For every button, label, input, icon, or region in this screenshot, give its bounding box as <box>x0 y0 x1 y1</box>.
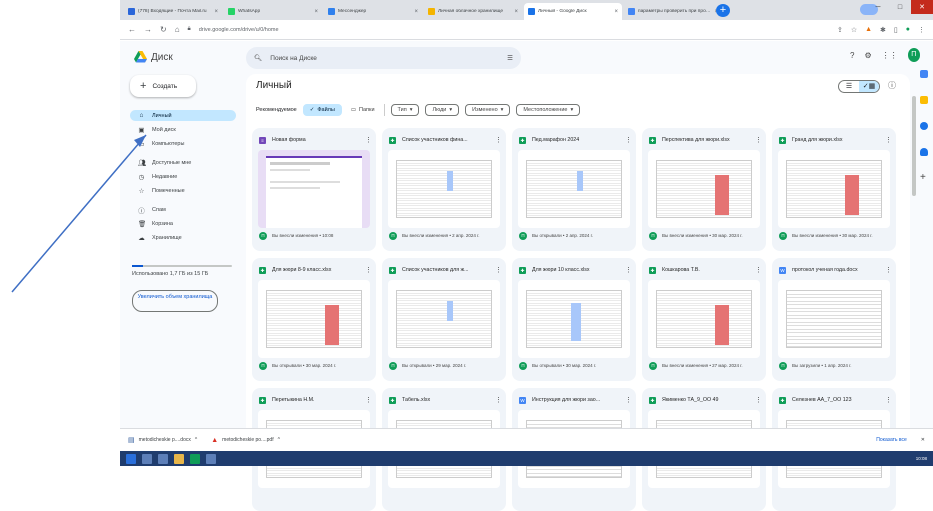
download-bar: ▤ metodicheskie p....docx ^ ▲ metodicheskie … <box>120 428 933 451</box>
pdf-file-icon: ▲ <box>211 436 219 444</box>
word-file-icon: ▤ <box>128 437 135 444</box>
chevron-up-icon[interactable]: ^ <box>195 437 197 443</box>
os-taskbar: 10:08 <box>120 451 933 466</box>
download-filename: metodicheskie po....pdf <box>222 437 274 443</box>
download-item[interactable]: ▲ metodicheskie po....pdf ^ <box>211 436 280 444</box>
taskbar-app-icon[interactable] <box>174 453 184 464</box>
taskbar-app-icon[interactable] <box>190 453 200 464</box>
taskbar-app-icon[interactable] <box>206 453 216 464</box>
chevron-up-icon[interactable]: ^ <box>278 437 280 443</box>
close-download-bar-icon[interactable]: ✕ <box>921 437 925 443</box>
taskbar-clock: 10:08 <box>915 456 927 461</box>
download-item[interactable]: ▤ metodicheskie p....docx ^ <box>128 436 197 444</box>
show-all-downloads-link[interactable]: Показать все <box>876 437 907 443</box>
taskbar-app-icon[interactable] <box>158 453 168 464</box>
annotation-arrow <box>11 134 147 293</box>
start-button[interactable] <box>126 453 136 464</box>
download-filename: metodicheskie p....docx <box>138 437 191 443</box>
taskbar-app-icon[interactable] <box>142 453 152 464</box>
